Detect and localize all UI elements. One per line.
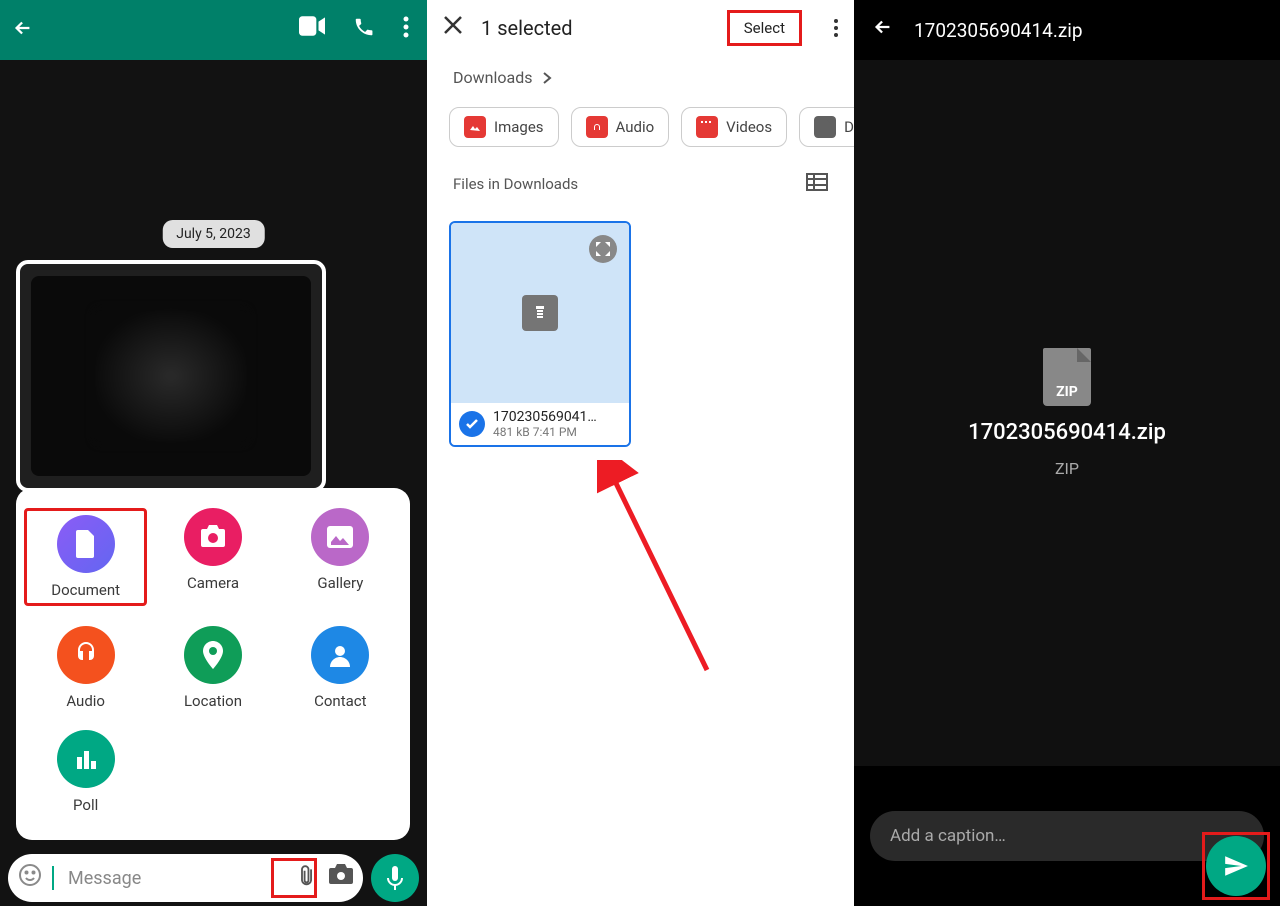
contact-icon	[311, 626, 369, 684]
attach-gallery[interactable]: Gallery	[279, 508, 402, 606]
chip-videos-label: Videos	[726, 118, 772, 136]
selected-title: 1 selected	[481, 16, 709, 40]
back-icon[interactable]	[12, 17, 42, 43]
preview-filename: 1702305690414.zip	[968, 420, 1166, 445]
preview-title: 1702305690414.zip	[914, 19, 1083, 42]
attach-contact[interactable]: Contact	[279, 626, 402, 710]
poll-icon	[57, 730, 115, 788]
breadcrumb-label: Downloads	[453, 68, 532, 87]
chip-images-label: Images	[494, 118, 544, 136]
chip-images[interactable]: Images	[449, 107, 559, 147]
location-label: Location	[184, 692, 242, 710]
message-bubble[interactable]: ↓ 21 MB	[16, 260, 326, 492]
send-button[interactable]	[1206, 836, 1266, 896]
select-button[interactable]: Select	[727, 10, 802, 46]
message-input[interactable]: Message	[8, 854, 363, 902]
zip-file-icon: ZIP	[1043, 348, 1091, 406]
highlight-attach	[271, 858, 317, 898]
document-label: Document	[51, 581, 120, 599]
annotation-arrow	[597, 460, 727, 690]
file-name: 170230569041…	[493, 409, 597, 425]
video-icon	[696, 116, 718, 138]
zip-badge: ZIP	[1056, 384, 1078, 400]
more-icon[interactable]	[403, 16, 409, 44]
mic-button[interactable]	[371, 854, 419, 902]
check-icon	[459, 411, 485, 437]
preview-header: 1702305690414.zip	[854, 0, 1280, 60]
camera-input-icon[interactable]	[329, 864, 353, 892]
document-chip-icon	[814, 116, 836, 138]
voice-call-icon[interactable]	[353, 16, 375, 44]
attach-audio[interactable]: Audio	[24, 626, 147, 710]
attach-document[interactable]: Document	[24, 508, 147, 606]
file-card[interactable]: 170230569041… 481 kB 7:41 PM	[449, 221, 631, 447]
camera-label: Camera	[187, 574, 239, 592]
whatsapp-chat-panel: July 5, 2023 ↓ 21 MB Document	[0, 0, 427, 906]
preview-filetype: ZIP	[1055, 459, 1079, 478]
emoji-icon[interactable]	[18, 863, 42, 893]
message-placeholder: Message	[68, 868, 287, 889]
list-view-icon[interactable]	[806, 173, 828, 195]
section-label: Files in Downloads	[453, 175, 578, 193]
camera-icon	[184, 508, 242, 566]
message-input-bar: Message	[0, 850, 427, 906]
filter-chips: Images Audio Videos Doc	[427, 99, 854, 155]
file-meta: 481 kB 7:41 PM	[493, 425, 597, 439]
chevron-right-icon	[542, 71, 552, 85]
gallery-icon	[311, 508, 369, 566]
close-icon[interactable]	[443, 15, 463, 41]
attach-poll[interactable]: Poll	[24, 730, 147, 814]
audio-label: Audio	[66, 692, 105, 710]
location-icon	[184, 626, 242, 684]
attachment-sheet: Document Camera Gallery Audio	[16, 488, 410, 840]
zip-thumb-icon	[522, 295, 558, 331]
section-header: Files in Downloads	[427, 155, 854, 213]
document-icon	[57, 515, 115, 573]
chip-audio[interactable]: Audio	[571, 107, 670, 147]
contact-label: Contact	[314, 692, 366, 710]
chip-audio-label: Audio	[616, 118, 655, 136]
more-icon[interactable]	[834, 19, 838, 37]
audio-icon	[57, 626, 115, 684]
chip-videos[interactable]: Videos	[681, 107, 787, 147]
image-icon	[464, 116, 486, 138]
back-icon[interactable]	[872, 16, 894, 44]
poll-label: Poll	[73, 796, 98, 814]
preview-footer: Add a caption…	[854, 766, 1280, 906]
chat-header	[0, 0, 427, 60]
gallery-label: Gallery	[317, 574, 363, 592]
fullscreen-icon[interactable]	[589, 235, 617, 263]
picker-header: 1 selected Select	[427, 0, 854, 56]
chip-documents-label: Doc	[844, 118, 854, 136]
file-picker-panel: 1 selected Select Downloads Images Audio	[427, 0, 854, 906]
attach-camera[interactable]: Camera	[151, 508, 274, 606]
headphone-icon	[586, 116, 608, 138]
send-preview-panel: 1702305690414.zip ZIP 1702305690414.zip …	[854, 0, 1280, 906]
caption-placeholder: Add a caption…	[890, 826, 1006, 846]
chip-documents[interactable]: Doc	[799, 107, 854, 147]
video-call-icon[interactable]	[299, 16, 325, 44]
attach-location[interactable]: Location	[151, 626, 274, 710]
breadcrumb[interactable]: Downloads	[427, 56, 854, 99]
date-chip: July 5, 2023	[162, 220, 265, 248]
